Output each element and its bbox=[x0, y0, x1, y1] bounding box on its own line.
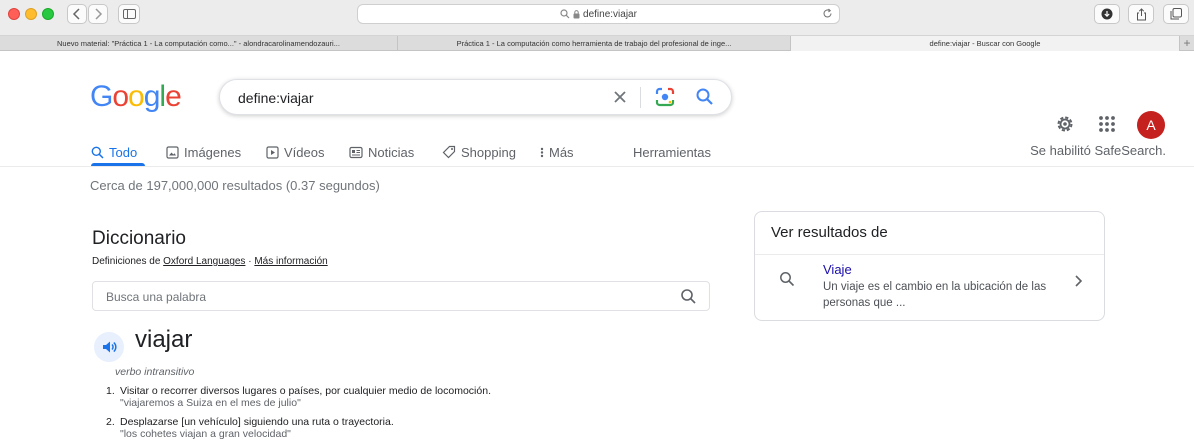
definition-text: Desplazarse [un vehículo] siguiendo una … bbox=[120, 416, 394, 428]
sidebar-icon bbox=[122, 9, 136, 19]
source-separator: · bbox=[248, 256, 252, 267]
more-vert-icon bbox=[540, 146, 544, 159]
browser-tab-active[interactable]: define:viajar - Buscar con Google bbox=[791, 36, 1180, 51]
tab-overview-button[interactable] bbox=[1163, 4, 1189, 24]
video-icon bbox=[266, 145, 279, 159]
tab-label: Vídeos bbox=[284, 144, 325, 160]
download-icon bbox=[1101, 8, 1113, 20]
clear-search-button[interactable] bbox=[610, 87, 630, 107]
search-submit-button[interactable] bbox=[693, 85, 717, 114]
gear-icon bbox=[1057, 116, 1073, 132]
tab-label: Más bbox=[549, 144, 574, 160]
definition-item: 2. Desplazarse [un vehículo] siguiendo u… bbox=[106, 416, 746, 440]
google-logo[interactable]: Google bbox=[90, 80, 182, 114]
logo-letter: o bbox=[128, 80, 145, 113]
news-icon bbox=[349, 146, 363, 159]
google-apps-button[interactable] bbox=[1097, 114, 1117, 139]
logo-letter: o bbox=[112, 80, 129, 113]
search-input[interactable]: define:viajar bbox=[238, 90, 314, 106]
logo-letter: e bbox=[165, 80, 182, 113]
settings-button[interactable] bbox=[1054, 113, 1076, 140]
avatar[interactable]: A bbox=[1137, 111, 1165, 139]
viaje-result-link[interactable]: Viaje bbox=[823, 262, 852, 277]
tabs-icon bbox=[1170, 8, 1182, 20]
pronunciation-button[interactable] bbox=[94, 332, 124, 362]
browser-tab[interactable]: Nuevo material: "Práctica 1 - La computa… bbox=[0, 36, 398, 51]
share-icon bbox=[1136, 7, 1146, 20]
oxford-languages-link[interactable]: Oxford Languages bbox=[163, 256, 245, 267]
sidebar-button[interactable] bbox=[118, 4, 140, 24]
word-search-placeholder: Busca una palabra bbox=[106, 290, 207, 304]
search-icon[interactable] bbox=[680, 288, 697, 310]
search-type-tabs: Todo Imágenes Vídeos Noticias Shopping M… bbox=[0, 140, 1194, 164]
chevron-left-icon bbox=[72, 8, 80, 20]
chevron-right-icon[interactable] bbox=[1073, 274, 1083, 293]
definition-list: 1. Visitar o recorrer diversos lugares o… bbox=[106, 385, 746, 446]
more-info-link[interactable]: Más información bbox=[254, 256, 327, 267]
tools-button[interactable]: Herramientas bbox=[633, 140, 711, 164]
definition-text: Visitar o recorrer diversos lugares o pa… bbox=[120, 385, 491, 397]
see-results-panel: Ver resultados de Viaje Un viaje es el c… bbox=[754, 211, 1105, 321]
window-zoom-button[interactable] bbox=[42, 8, 54, 20]
tab-label: Imágenes bbox=[184, 144, 242, 160]
tab-imagenes[interactable]: Imágenes bbox=[166, 140, 241, 164]
definition-example: "los cohetes viajan a gran velocidad" bbox=[120, 428, 291, 440]
share-button[interactable] bbox=[1128, 4, 1154, 24]
dictionary-source: Definiciones de Oxford Languages · Más i… bbox=[92, 256, 328, 267]
definition-example: "viajaremos a Suiza en el mes de julio" bbox=[120, 397, 301, 409]
logo-letter: G bbox=[90, 80, 113, 113]
headword: viajar bbox=[135, 326, 193, 353]
tab-label: Noticias bbox=[368, 144, 415, 160]
search-icon bbox=[91, 146, 104, 159]
nav-divider bbox=[0, 166, 1194, 167]
definition-number: 1. bbox=[106, 385, 115, 397]
viaje-result-description: Un viaje es el cambio en la ubicación de… bbox=[823, 281, 1047, 309]
downloads-button[interactable] bbox=[1094, 4, 1120, 24]
tab-strip: Nuevo material: "Práctica 1 - La computa… bbox=[0, 36, 1194, 51]
tag-icon bbox=[442, 145, 456, 159]
result-stats: Cerca de 197,000,000 resultados (0.37 se… bbox=[90, 178, 380, 193]
word-search-input[interactable]: Busca una palabra bbox=[92, 281, 710, 311]
forward-button[interactable] bbox=[88, 4, 108, 24]
tab-label: Todo bbox=[109, 144, 138, 160]
browser-tab[interactable]: Práctica 1 - La computación como herrami… bbox=[398, 36, 791, 51]
browser-toolbar: define:viajar bbox=[0, 0, 1194, 36]
dictionary-title: Diccionario bbox=[92, 228, 186, 249]
logo-letter: g bbox=[143, 80, 161, 113]
apps-grid-icon bbox=[1099, 116, 1115, 132]
tab-label: Shopping bbox=[461, 144, 516, 160]
part-of-speech: verbo intransitivo bbox=[115, 366, 195, 378]
source-prefix: Definiciones de bbox=[92, 256, 161, 267]
panel-title: Ver resultados de bbox=[771, 224, 888, 241]
tab-todo[interactable]: Todo bbox=[91, 140, 137, 164]
search-divider bbox=[640, 87, 641, 108]
search-icon bbox=[560, 9, 570, 19]
back-button[interactable] bbox=[67, 4, 87, 24]
camera-icon bbox=[655, 87, 675, 107]
window-close-button[interactable] bbox=[8, 8, 20, 20]
url-text: define:viajar bbox=[583, 8, 637, 20]
address-bar[interactable]: define:viajar bbox=[357, 4, 840, 24]
reload-icon[interactable] bbox=[822, 8, 833, 22]
search-icon bbox=[696, 88, 713, 105]
search-icon bbox=[779, 271, 795, 292]
safesearch-notice[interactable]: Se habilitó SafeSearch. bbox=[1030, 143, 1166, 158]
lock-icon bbox=[573, 9, 580, 19]
new-tab-button[interactable]: + bbox=[1180, 36, 1194, 50]
tab-mas[interactable]: Más bbox=[540, 140, 574, 164]
chevron-right-icon bbox=[95, 8, 103, 20]
tab-shopping[interactable]: Shopping bbox=[442, 140, 516, 164]
tab-noticias[interactable]: Noticias bbox=[349, 140, 414, 164]
tab-videos[interactable]: Vídeos bbox=[266, 140, 324, 164]
definition-number: 2. bbox=[106, 416, 115, 428]
speaker-icon bbox=[103, 341, 117, 353]
close-icon bbox=[614, 91, 626, 103]
image-icon bbox=[166, 145, 179, 159]
definition-item: 1. Visitar o recorrer diversos lugares o… bbox=[106, 385, 746, 409]
window-minimize-button[interactable] bbox=[25, 8, 37, 20]
lens-search-button[interactable] bbox=[653, 85, 677, 114]
panel-divider bbox=[755, 254, 1104, 255]
